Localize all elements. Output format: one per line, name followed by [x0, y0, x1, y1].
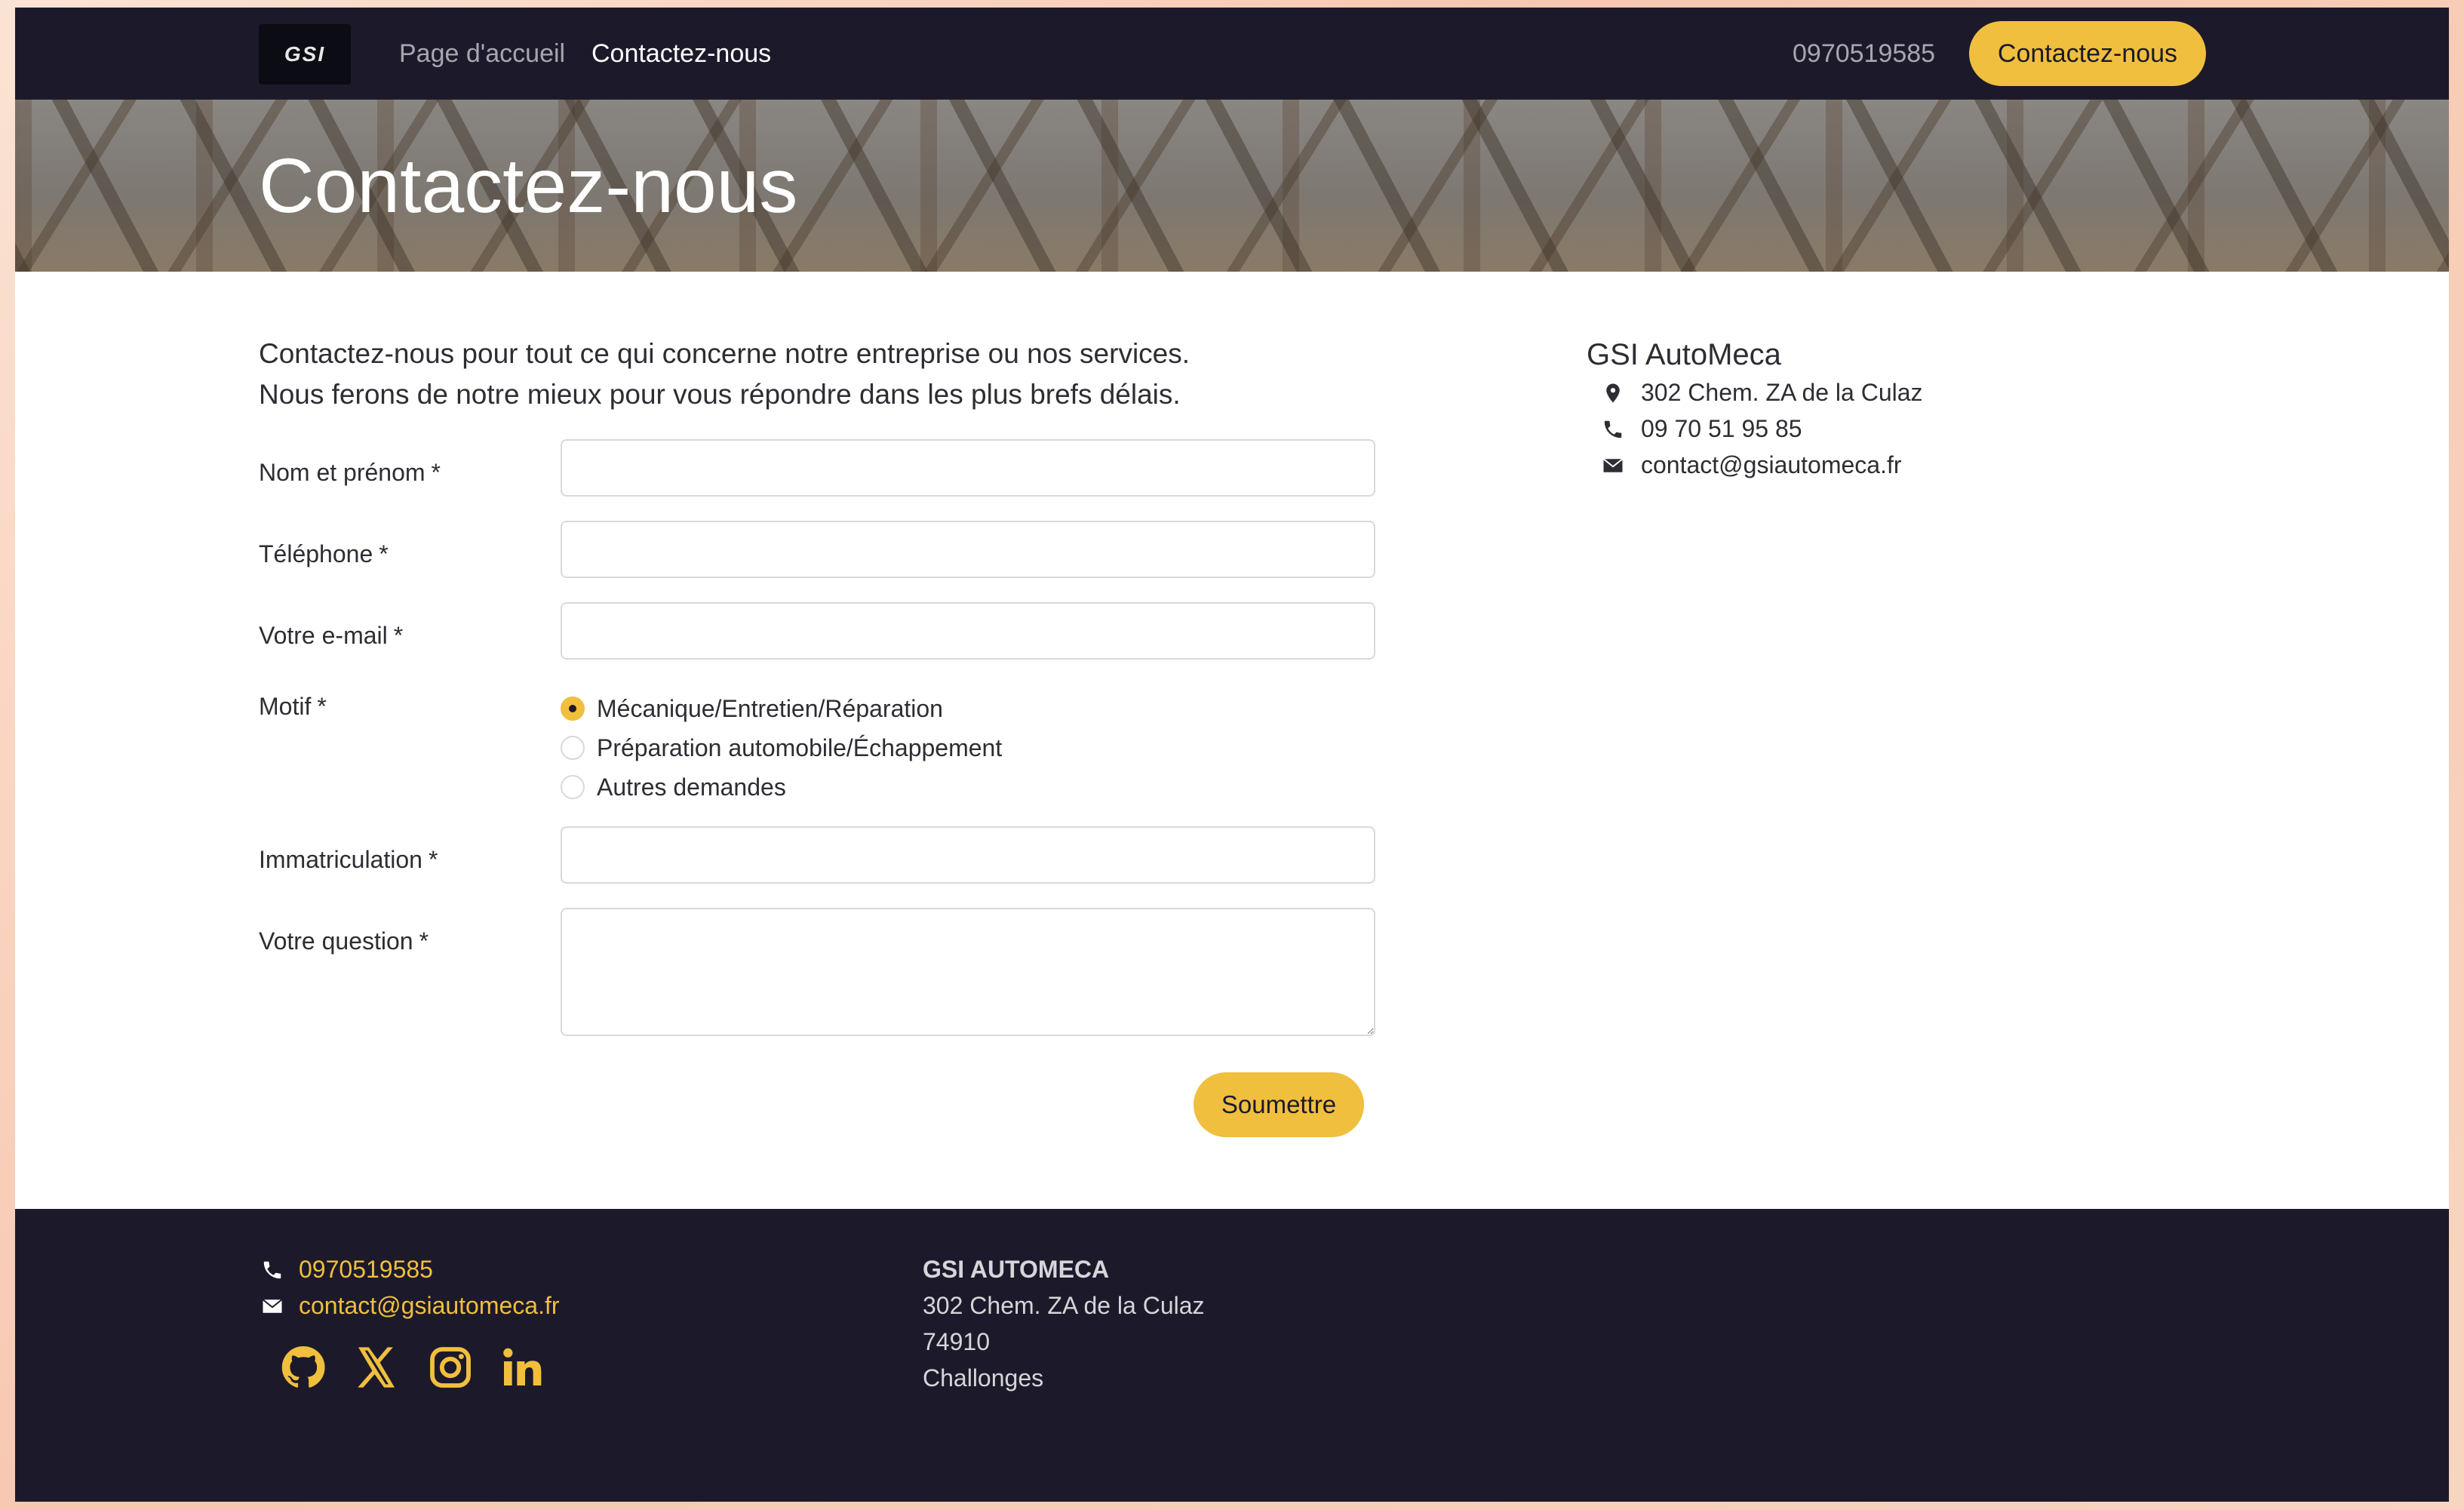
- motif-option-preparation[interactable]: Préparation automobile/Échappement: [561, 733, 1002, 763]
- footer-email[interactable]: contact@gsiautomeca.fr: [299, 1292, 560, 1320]
- company-phone-row: 09 70 51 95 85: [1602, 415, 1802, 443]
- footer-city: Challonges: [923, 1364, 1044, 1392]
- motif-option-mecanique[interactable]: Mécanique/Entretien/Réparation: [561, 693, 943, 724]
- company-email[interactable]: contact@gsiautomeca.fr: [1641, 451, 1902, 479]
- nav-phone-number[interactable]: 0970519585: [1793, 39, 1935, 69]
- company-address-row: 302 Chem. ZA de la Culaz: [1602, 379, 1923, 407]
- motif-option-label: Autres demandes: [597, 773, 786, 801]
- motif-option-label: Préparation automobile/Échappement: [597, 733, 1003, 761]
- form-intro: Contactez-nous pour tout ce qui concerne…: [259, 334, 1190, 415]
- contact-cta-button[interactable]: Contactez-nous: [1969, 21, 2206, 86]
- footer-email-link[interactable]: contact@gsiautomeca.fr: [261, 1292, 560, 1320]
- radio-button[interactable]: [561, 736, 585, 760]
- plate-label: Immatriculation *: [259, 846, 438, 873]
- phone-field[interactable]: [561, 521, 1375, 578]
- browser-viewport: GSI Page d'accueil Contactez-nous 097051…: [15, 8, 2449, 1502]
- envelope-icon: [262, 1298, 283, 1313]
- map-pin-icon: [1606, 383, 1620, 402]
- instagram-icon[interactable]: [426, 1343, 475, 1392]
- motif-option-autres[interactable]: Autres demandes: [561, 772, 786, 802]
- hero-banner: Contactez-nous: [15, 100, 2449, 272]
- intro-line-2: Nous ferons de notre mieux pour vous rép…: [259, 379, 1181, 410]
- submit-button[interactable]: Soumettre: [1194, 1072, 1364, 1137]
- brand-logo-text: GSI: [284, 42, 326, 66]
- footer-company-name: GSI AUTOMECA: [923, 1256, 1110, 1283]
- intro-line-1: Contactez-nous pour tout ce qui concerne…: [259, 338, 1191, 369]
- phone-icon: [263, 1261, 281, 1278]
- radio-button[interactable]: [561, 775, 585, 799]
- linkedin-icon[interactable]: [498, 1343, 546, 1392]
- footer-phone-link[interactable]: 0970519585: [261, 1256, 433, 1284]
- plate-field[interactable]: [561, 826, 1375, 884]
- motif-option-label: Mécanique/Entretien/Réparation: [597, 694, 943, 722]
- x-twitter-icon[interactable]: [352, 1343, 401, 1392]
- footer-phone[interactable]: 0970519585: [299, 1256, 433, 1284]
- nav-link-contact[interactable]: Contactez-nous: [591, 39, 771, 69]
- question-textarea[interactable]: [561, 908, 1375, 1036]
- top-navbar: GSI Page d'accueil Contactez-nous 097051…: [15, 8, 2449, 100]
- page-title: Contactez-nous: [259, 143, 798, 229]
- email-label: Votre e-mail *: [259, 622, 404, 649]
- phone-label: Téléphone *: [259, 540, 389, 567]
- name-field[interactable]: [561, 439, 1375, 497]
- github-icon[interactable]: [279, 1343, 327, 1392]
- company-phone[interactable]: 09 70 51 95 85: [1641, 415, 1802, 443]
- radio-button-checked[interactable]: [561, 697, 585, 721]
- brand-logo[interactable]: GSI: [259, 24, 351, 85]
- envelope-icon: [1602, 457, 1624, 472]
- company-email-row: contact@gsiautomeca.fr: [1602, 451, 1902, 479]
- email-field[interactable]: [561, 602, 1375, 660]
- footer-postal-code: 74910: [923, 1328, 990, 1355]
- company-address: 302 Chem. ZA de la Culaz: [1641, 379, 1923, 406]
- nav-link-home[interactable]: Page d'accueil: [399, 39, 565, 69]
- question-label: Votre question *: [259, 927, 429, 955]
- phone-icon: [1604, 420, 1622, 438]
- footer-address: 302 Chem. ZA de la Culaz: [923, 1292, 1205, 1319]
- company-name: GSI AutoMeca: [1587, 338, 1781, 371]
- motif-label: Motif *: [259, 693, 327, 720]
- name-label: Nom et prénom *: [259, 459, 441, 486]
